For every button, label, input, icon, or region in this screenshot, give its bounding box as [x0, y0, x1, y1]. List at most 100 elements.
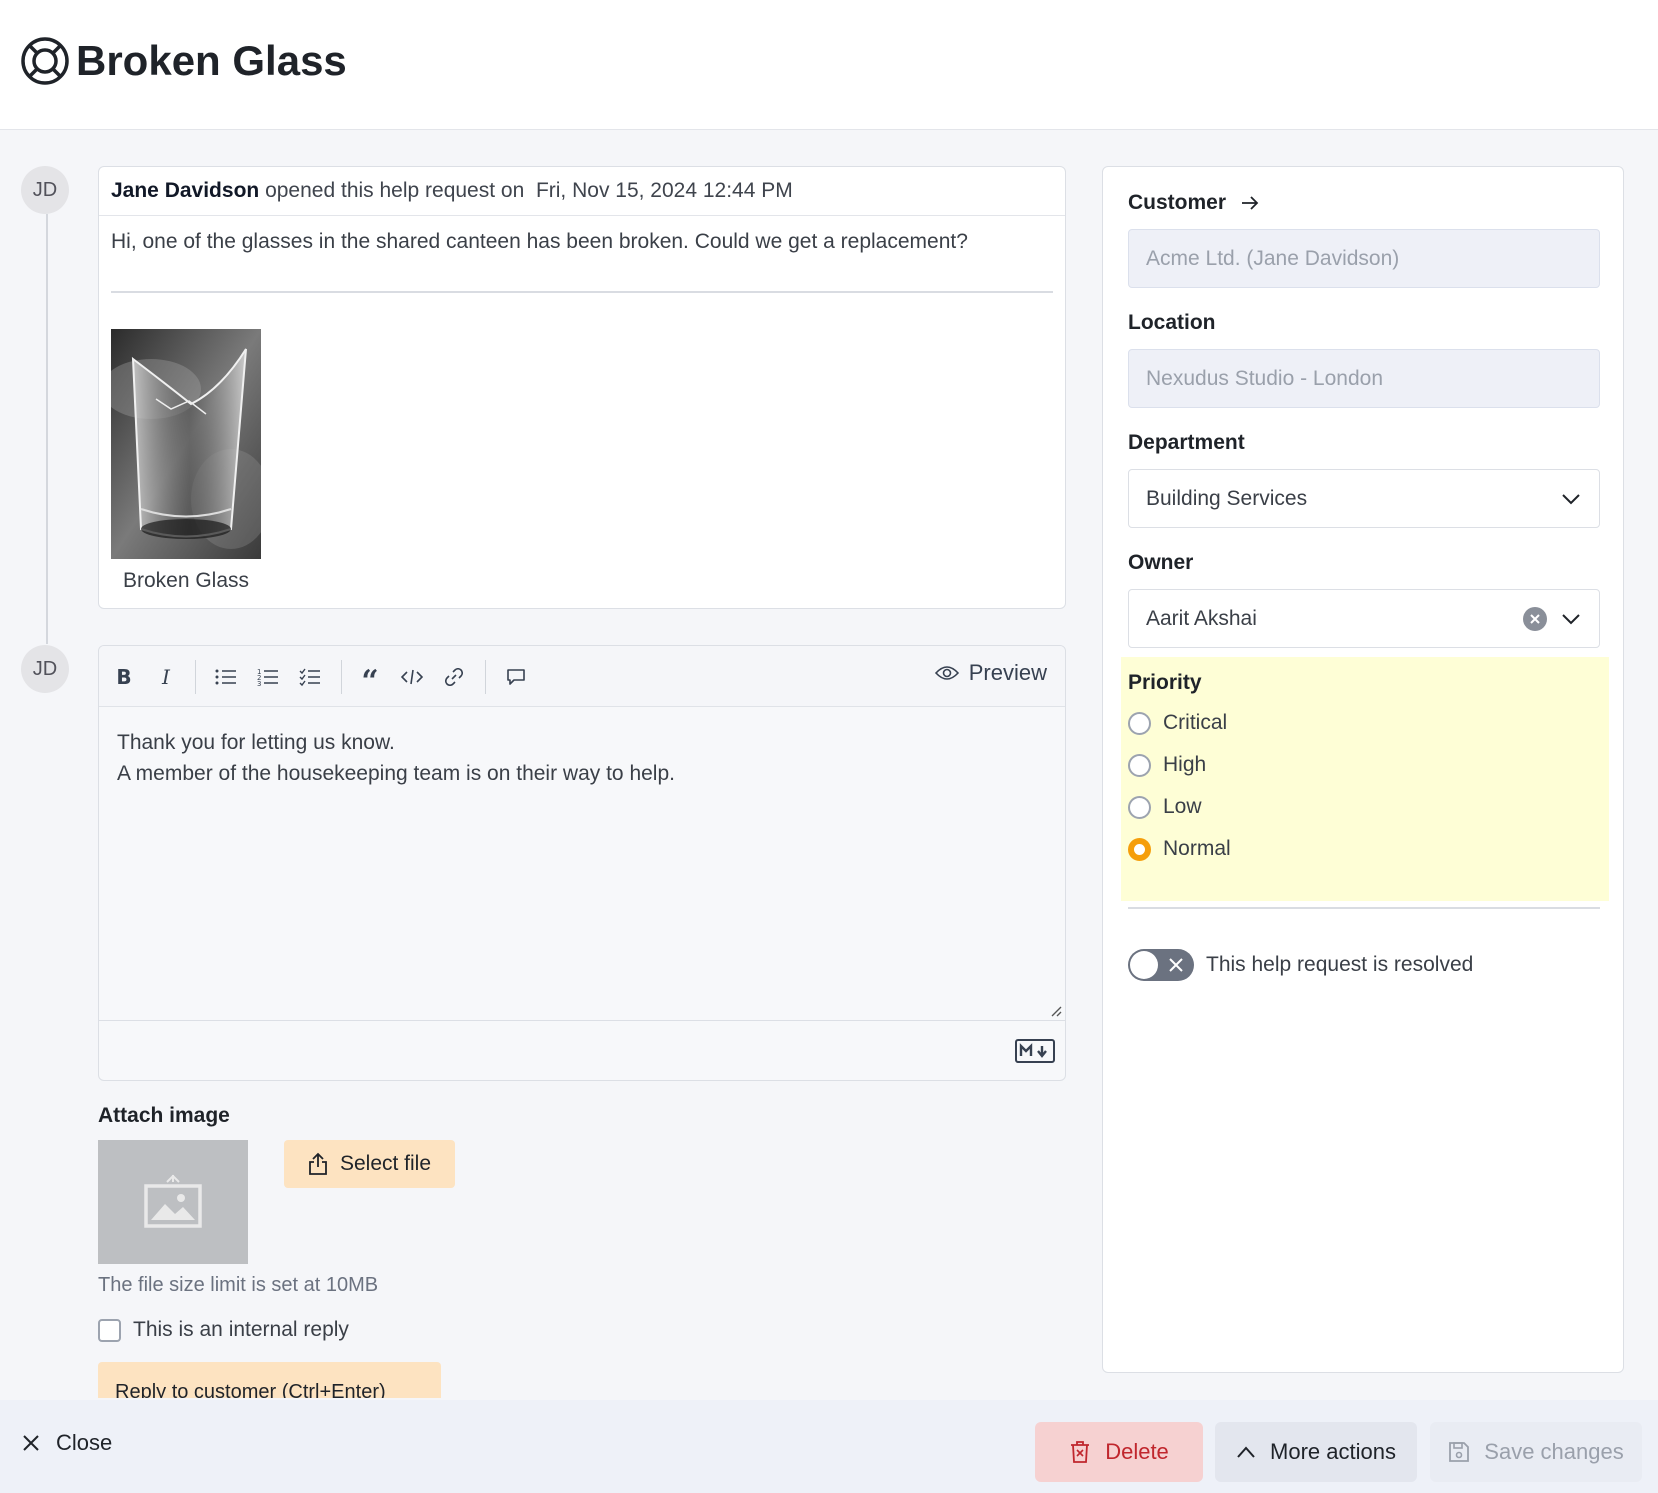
- reply-line: Thank you for letting us know.: [117, 731, 395, 754]
- reply-to-customer-button[interactable]: Reply to customer (Ctrl+Enter): [98, 1362, 441, 1398]
- footer-bar: Close Delete More actions Save changes: [0, 1400, 1658, 1493]
- customer-label[interactable]: Customer: [1128, 191, 1260, 215]
- priority-option-label: Low: [1163, 795, 1202, 818]
- resolved-toggle[interactable]: [1128, 949, 1194, 981]
- save-label: Save changes: [1484, 1439, 1624, 1464]
- link-icon[interactable]: [439, 662, 469, 692]
- priority-label: Priority: [1128, 671, 1202, 694]
- chevron-up-icon: [1237, 1446, 1255, 1458]
- radio-button[interactable]: [1128, 711, 1151, 735]
- arrow-right-icon[interactable]: [1240, 194, 1260, 212]
- resolved-toggle-row[interactable]: This help request is resolved: [1128, 949, 1473, 981]
- page-header: Broken Glass: [0, 0, 1658, 130]
- close-icon: [1169, 958, 1183, 972]
- customer-label-text: Customer: [1128, 191, 1227, 214]
- editor-toolbar: B I 123 “ Preview: [99, 646, 1065, 707]
- numbered-list-icon[interactable]: 123: [253, 662, 283, 692]
- close-label: Close: [56, 1430, 113, 1455]
- internal-reply-checkbox[interactable]: [98, 1318, 121, 1342]
- priority-option-high[interactable]: High: [1128, 753, 1206, 777]
- image-placeholder: [98, 1140, 248, 1264]
- page-title: Broken Glass: [76, 37, 347, 84]
- toolbar-separator: [195, 660, 196, 694]
- location-field: Nexudus Studio - London: [1128, 349, 1600, 408]
- owner-select[interactable]: Aarit Akshai: [1128, 589, 1600, 648]
- priority-option-critical[interactable]: Critical: [1128, 711, 1227, 735]
- radio-button-selected[interactable]: [1128, 837, 1151, 861]
- upload-icon: [309, 1152, 327, 1175]
- priority-option-label: Critical: [1163, 711, 1228, 734]
- radio-button[interactable]: [1128, 795, 1151, 819]
- file-size-hint: The file size limit is set at 10MB: [98, 1274, 379, 1296]
- message-body: Hi, one of the glasses in the shared can…: [111, 230, 968, 253]
- message-date: Fri, Nov 15, 2024 12:44 PM: [535, 179, 793, 202]
- quote-icon[interactable]: “: [355, 662, 385, 697]
- checklist-icon[interactable]: [295, 662, 325, 692]
- resize-handle-icon[interactable]: [1050, 1005, 1062, 1017]
- owner-value: Aarit Akshai: [1146, 607, 1257, 630]
- chevron-down-icon: [1562, 614, 1580, 625]
- attach-image-label: Attach image: [98, 1104, 230, 1127]
- internal-reply-row[interactable]: This is an internal reply: [98, 1318, 349, 1342]
- clear-icon[interactable]: [1523, 607, 1547, 631]
- code-icon[interactable]: [397, 662, 427, 692]
- bold-icon[interactable]: B: [109, 662, 139, 692]
- toggle-knob: [1130, 951, 1158, 979]
- divider: [111, 291, 1053, 293]
- priority-group: Priority Critical High Low Normal: [1121, 657, 1609, 901]
- more-actions-label: More actions: [1270, 1439, 1396, 1464]
- lifebuoy-icon: [21, 37, 69, 85]
- resolved-label: This help request is resolved: [1206, 953, 1474, 976]
- timeline-line: [46, 214, 48, 644]
- reply-editor[interactable]: B I 123 “ Preview Thank you for letting …: [98, 645, 1066, 1081]
- delete-label: Delete: [1105, 1439, 1169, 1464]
- editor-footer: [99, 1020, 1065, 1080]
- priority-option-normal[interactable]: Normal: [1128, 837, 1231, 861]
- department-label: Department: [1128, 431, 1245, 454]
- priority-option-low[interactable]: Low: [1128, 795, 1202, 819]
- reply-avatar: JD: [21, 645, 69, 693]
- department-select[interactable]: Building Services: [1128, 469, 1600, 528]
- action-text: opened this help request on: [259, 179, 536, 202]
- priority-option-label: High: [1163, 753, 1207, 776]
- details-panel: Customer Acme Ltd. (Jane Davidson) Locat…: [1102, 166, 1624, 1373]
- toolbar-separator: [485, 660, 486, 694]
- image-placeholder-icon: [144, 1174, 202, 1228]
- select-file-button[interactable]: Select file: [284, 1140, 455, 1188]
- broken-glass-image: [111, 329, 261, 559]
- internal-reply-label: This is an internal reply: [133, 1318, 349, 1341]
- close-button[interactable]: Close: [22, 1430, 112, 1456]
- avatar: JD: [21, 166, 69, 214]
- radio-button[interactable]: [1128, 753, 1151, 777]
- italic-icon[interactable]: I: [151, 662, 181, 692]
- customer-field: Acme Ltd. (Jane Davidson): [1128, 229, 1600, 288]
- bullet-list-icon[interactable]: [211, 662, 241, 692]
- preview-button[interactable]: Preview: [934, 660, 1047, 686]
- save-changes-button[interactable]: Save changes: [1430, 1422, 1642, 1482]
- svg-text:3: 3: [257, 680, 261, 687]
- message-card: Jane Davidson opened this help request o…: [98, 166, 1066, 609]
- markdown-icon: [1015, 1039, 1055, 1063]
- department-value: Building Services: [1146, 487, 1308, 510]
- owner-label: Owner: [1128, 551, 1194, 574]
- reply-button-label: Reply to customer (Ctrl+Enter): [115, 1381, 386, 1398]
- comment-icon[interactable]: [501, 662, 531, 692]
- reply-textarea[interactable]: Thank you for letting us know. A member …: [99, 707, 1065, 1020]
- toolbar-separator: [341, 660, 342, 694]
- trash-icon: [1071, 1441, 1090, 1463]
- more-actions-button[interactable]: More actions: [1215, 1422, 1417, 1482]
- close-icon: [23, 1435, 39, 1451]
- reply-line: A member of the housekeeping team is on …: [117, 762, 675, 785]
- divider: [1128, 907, 1600, 909]
- select-file-label: Select file: [339, 1152, 432, 1175]
- chevron-down-icon: [1562, 494, 1580, 505]
- eye-icon: [934, 666, 959, 680]
- delete-button[interactable]: Delete: [1035, 1422, 1203, 1482]
- attachment-thumbnail[interactable]: [111, 329, 261, 559]
- priority-option-label: Normal: [1163, 837, 1231, 860]
- message-header: Jane Davidson opened this help request o…: [99, 167, 1065, 216]
- save-icon: [1449, 1442, 1470, 1462]
- location-label: Location: [1128, 311, 1216, 334]
- attachment-caption: Broken Glass: [122, 569, 250, 592]
- preview-label: Preview: [968, 660, 1047, 685]
